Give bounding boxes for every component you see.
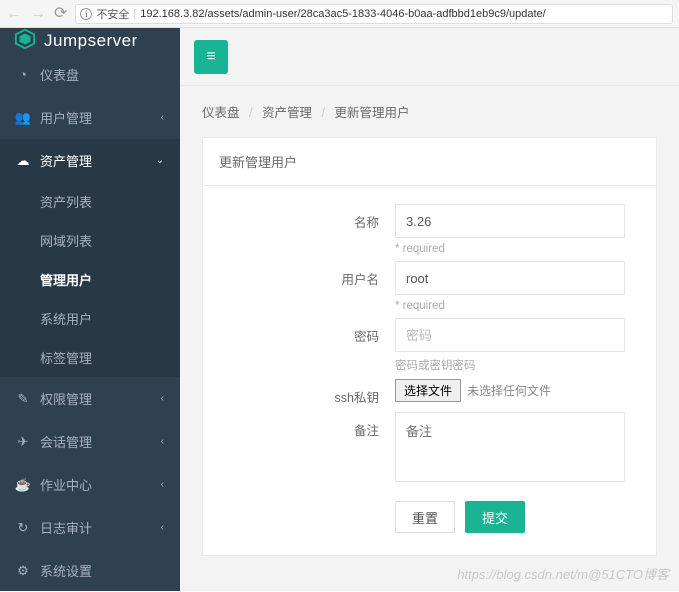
row-sshkey: ssh私钥 选择文件 未选择任何文件 bbox=[219, 379, 640, 406]
security-status: 不安全 bbox=[96, 6, 129, 22]
chevron-left-icon: ‹ bbox=[161, 436, 164, 447]
subnav-item-system-user[interactable]: 系统用户 bbox=[0, 299, 180, 338]
sidebar-item-label: 会话管理 bbox=[40, 432, 92, 451]
chevron-left-icon: ‹ bbox=[161, 393, 164, 404]
submit-button[interactable]: 提交 bbox=[465, 501, 525, 533]
chevron-left-icon: ‹ bbox=[161, 112, 164, 123]
nav-list: ◔ 仪表盘 👥 用户管理 ‹ ☁ 资产管理 ⌄ 资产列表 网域列表 管理用户 系… bbox=[0, 53, 180, 592]
password-input[interactable] bbox=[395, 318, 625, 352]
sidebar-item-label: 仪表盘 bbox=[40, 65, 79, 84]
label-sshkey: ssh私钥 bbox=[219, 379, 395, 406]
choose-file-button[interactable]: 选择文件 bbox=[395, 379, 461, 402]
sidebar-item-settings[interactable]: ⚙ 系统设置 bbox=[0, 549, 180, 592]
chevron-down-icon: ⌄ bbox=[156, 155, 164, 166]
label-name: 名称 bbox=[219, 204, 395, 231]
subnav-assets: 资产列表 网域列表 管理用户 系统用户 标签管理 bbox=[0, 182, 180, 377]
subnav-item-domain-list[interactable]: 网域列表 bbox=[0, 221, 180, 260]
sidebar-item-jobs[interactable]: ☕ 作业中心 ‹ bbox=[0, 463, 180, 506]
label-password: 密码 bbox=[219, 318, 395, 345]
comment-textarea[interactable] bbox=[395, 412, 625, 482]
file-status: 未选择任何文件 bbox=[467, 382, 551, 399]
sidebar-item-label: 用户管理 bbox=[40, 108, 92, 127]
sidebar-item-dashboard[interactable]: ◔ 仪表盘 bbox=[0, 53, 180, 96]
panel-body: 名称 * required 用户名 * required 密码 bbox=[203, 186, 656, 555]
topbar: ≡ bbox=[180, 28, 679, 86]
sidebar-item-label: 日志审计 bbox=[40, 518, 92, 537]
sidebar-item-assets[interactable]: ☁ 资产管理 ⌄ bbox=[0, 139, 180, 182]
chevron-left-icon: ‹ bbox=[161, 522, 164, 533]
row-comment: 备注 bbox=[219, 412, 640, 487]
label-comment: 备注 bbox=[219, 412, 395, 439]
breadcrumb: 仪表盘 / 资产管理 / 更新管理用户 bbox=[180, 86, 679, 137]
label-username: 用户名 bbox=[219, 261, 395, 288]
url-text: 192.168.3.82/assets/admin-user/28ca3ac5-… bbox=[140, 8, 545, 20]
chevron-left-icon: ‹ bbox=[161, 479, 164, 490]
menu-toggle-button[interactable]: ≡ bbox=[194, 40, 228, 74]
crumb-mid[interactable]: 资产管理 bbox=[262, 106, 312, 120]
subnav-item-asset-list[interactable]: 资产列表 bbox=[0, 182, 180, 221]
crumb-root[interactable]: 仪表盘 bbox=[202, 106, 240, 120]
history-icon: ↻ bbox=[16, 520, 30, 536]
subnav-item-labels[interactable]: 标签管理 bbox=[0, 338, 180, 377]
sidebar-item-label: 系统设置 bbox=[40, 561, 92, 580]
sidebar-item-users[interactable]: 👥 用户管理 ‹ bbox=[0, 96, 180, 139]
cloud-icon: ☁ bbox=[16, 153, 30, 169]
brand-logo-icon bbox=[14, 28, 36, 53]
hint-username: * required bbox=[395, 300, 640, 312]
users-icon: 👥 bbox=[16, 110, 30, 126]
bars-icon: ≡ bbox=[206, 48, 215, 66]
crumb-current: 更新管理用户 bbox=[334, 106, 409, 120]
sidebar-item-audit[interactable]: ↻ 日志审计 ‹ bbox=[0, 506, 180, 549]
name-input[interactable] bbox=[395, 204, 625, 238]
form-panel: 更新管理用户 名称 * required 用户名 * required bbox=[202, 137, 657, 556]
info-icon[interactable]: i bbox=[80, 8, 92, 20]
brand[interactable]: Jumpserver bbox=[0, 28, 180, 53]
sidebar: Jumpserver ◔ 仪表盘 👥 用户管理 ‹ ☁ 资产管理 ⌄ 资产列表 … bbox=[0, 28, 180, 591]
forward-icon[interactable]: → bbox=[30, 6, 46, 22]
form-actions: 重置 提交 bbox=[395, 501, 640, 533]
brand-text: Jumpserver bbox=[44, 31, 138, 51]
username-input[interactable] bbox=[395, 261, 625, 295]
watermark: https://blog.csdn.net/m@51CTO博客 bbox=[457, 564, 669, 583]
reload-icon[interactable]: ⟳ bbox=[54, 6, 67, 22]
coffee-icon: ☕ bbox=[16, 477, 30, 493]
row-username: 用户名 * required bbox=[219, 261, 640, 312]
hint-password: 密码或密钥密码 bbox=[395, 357, 640, 373]
sidebar-item-label: 资产管理 bbox=[40, 151, 92, 170]
panel-title: 更新管理用户 bbox=[203, 138, 656, 186]
subnav-item-admin-user[interactable]: 管理用户 bbox=[0, 260, 180, 299]
sidebar-item-label: 作业中心 bbox=[40, 475, 92, 494]
address-bar[interactable]: i 不安全 | 192.168.3.82/assets/admin-user/2… bbox=[75, 4, 673, 24]
sidebar-item-sessions[interactable]: ✈ 会话管理 ‹ bbox=[0, 420, 180, 463]
gear-icon: ⚙ bbox=[16, 563, 30, 579]
sidebar-item-label: 权限管理 bbox=[40, 389, 92, 408]
reset-button[interactable]: 重置 bbox=[395, 501, 455, 533]
row-name: 名称 * required bbox=[219, 204, 640, 255]
main: ≡ 仪表盘 / 资产管理 / 更新管理用户 更新管理用户 名称 * requir… bbox=[180, 28, 679, 591]
dashboard-icon: ◔ bbox=[16, 67, 30, 82]
sidebar-item-perms[interactable]: ✎ 权限管理 ‹ bbox=[0, 377, 180, 420]
row-password: 密码 密码或密钥密码 bbox=[219, 318, 640, 373]
hint-name: * required bbox=[395, 243, 640, 255]
browser-bar: ← → ⟳ i 不安全 | 192.168.3.82/assets/admin-… bbox=[0, 0, 679, 28]
back-icon[interactable]: ← bbox=[6, 6, 22, 22]
plane-icon: ✈ bbox=[16, 434, 30, 450]
edit-icon: ✎ bbox=[16, 391, 30, 407]
